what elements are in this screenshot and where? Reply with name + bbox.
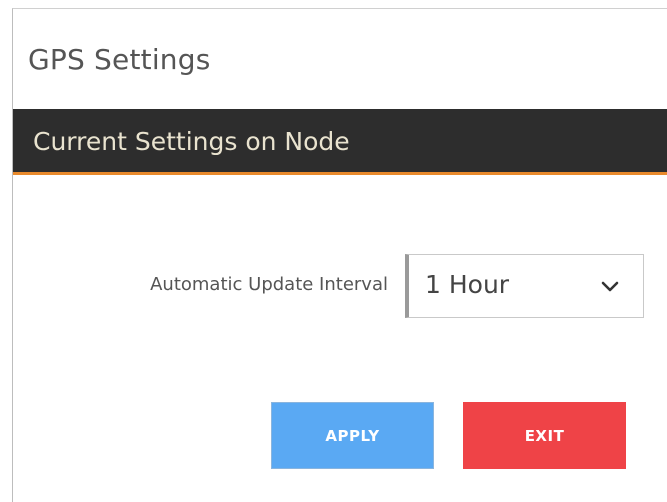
apply-button[interactable]: APPLY <box>271 402 434 469</box>
update-interval-value: 1 Hour <box>425 270 510 299</box>
chevron-down-icon <box>601 281 619 292</box>
exit-button[interactable]: EXIT <box>463 402 626 469</box>
section-header-title: Current Settings on Node <box>33 127 350 156</box>
update-interval-label: Automatic Update Interval <box>150 274 388 295</box>
dialog-title: GPS Settings <box>28 43 211 76</box>
section-header: Current Settings on Node <box>13 109 667 175</box>
gps-settings-dialog: GPS Settings Current Settings on Node Au… <box>12 8 667 502</box>
update-interval-select[interactable]: 1 Hour <box>405 254 644 318</box>
